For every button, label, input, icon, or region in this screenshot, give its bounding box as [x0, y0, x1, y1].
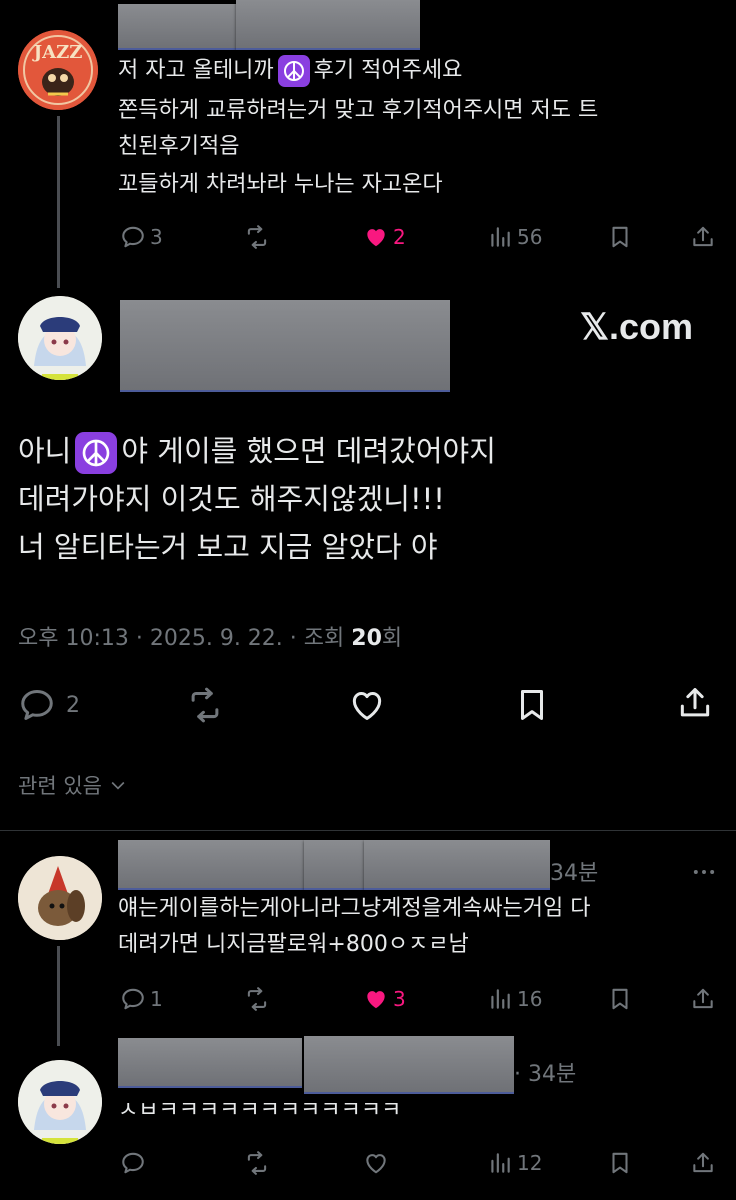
view-count: 16 [517, 987, 543, 1011]
redacted-handle [364, 840, 550, 890]
tweet-text-line: 데려가면 니지금팔로워+800ㅇㅈㄹ남 [118, 932, 469, 957]
like-button[interactable]: 2 [363, 224, 406, 250]
tweet-text-line: 쫀득하게 교류하려는거 맞고 후기적어주시면 저도 트 [118, 98, 599, 123]
share-icon [690, 986, 716, 1012]
reply-icon [120, 224, 146, 250]
share-icon [676, 684, 714, 722]
share-button[interactable] [690, 1150, 716, 1176]
bookmark-button[interactable] [607, 224, 633, 250]
views-icon [487, 1150, 513, 1176]
retweet-button[interactable] [244, 986, 270, 1012]
avatar-art [18, 1060, 102, 1144]
heart-filled-icon [363, 224, 389, 250]
views-button[interactable]: 56 [487, 224, 542, 250]
related-toggle[interactable]: 관련 있음 [18, 770, 128, 800]
tweet-text-line: 너 알티타는거 보고 지금 알았다 야 [18, 530, 438, 564]
views-button[interactable]: 12 [487, 1150, 542, 1176]
heart-icon [348, 686, 386, 724]
share-button[interactable] [690, 224, 716, 250]
views-button[interactable]: 16 [487, 986, 542, 1012]
retweet-icon [244, 986, 270, 1012]
redacted-handle [304, 1036, 514, 1094]
reply-icon [120, 1150, 146, 1176]
bookmark-icon [607, 224, 633, 250]
retweet-button[interactable] [186, 686, 224, 724]
bookmark-button[interactable] [513, 686, 551, 724]
like-count: 2 [393, 225, 406, 249]
thread-line [57, 946, 60, 1046]
avatar-art [18, 856, 102, 940]
heart-icon [363, 1150, 389, 1176]
avatar-anime-girl[interactable] [18, 296, 102, 380]
bookmark-icon [607, 986, 633, 1012]
tweet-text-line: 저 자고 올테니까 후기 적어주세요 [118, 52, 462, 90]
share-button[interactable] [690, 986, 716, 1012]
reply-icon [18, 686, 56, 724]
view-count: 12 [517, 1151, 543, 1175]
avatar-logo-text: JAZZ [32, 42, 83, 63]
more-options-icon[interactable] [690, 858, 718, 886]
avatar-anime-girl[interactable] [18, 1060, 102, 1144]
xcom-watermark: 𝕏.com [580, 306, 694, 347]
reply-count: 3 [150, 225, 163, 249]
avatar-jazz[interactable]: JAZZ [18, 30, 98, 110]
like-button[interactable] [348, 686, 386, 724]
tweet-text-line: 친된후기적음 [118, 134, 240, 159]
redacted-username [118, 4, 236, 50]
thread-line [57, 116, 60, 288]
bookmark-button[interactable] [607, 986, 633, 1012]
like-count: 3 [393, 987, 406, 1011]
retweet-icon [186, 686, 224, 724]
share-icon [690, 1150, 716, 1176]
tweet-meta: 오후 10:13 · 2025. 9. 22. · 조회 20회 [18, 626, 403, 651]
share-button[interactable] [676, 684, 714, 722]
like-button[interactable] [363, 1150, 389, 1176]
reply-count: 1 [150, 987, 163, 1011]
tweet-text-line: 아니 야 게이를 했으면 데려갔어야지 [18, 424, 496, 478]
reply-button[interactable]: 1 [120, 986, 163, 1012]
tweet-text-line: 꼬들하게 차려놔라 누나는 자고온다 [118, 172, 443, 197]
like-button[interactable]: 3 [363, 986, 406, 1012]
bookmark-icon [607, 1150, 633, 1176]
avatar-art [18, 296, 102, 380]
tweet-time: 34분 [550, 861, 599, 886]
reply-icon [120, 986, 146, 1012]
avatar-dog-hat[interactable] [18, 856, 102, 940]
bookmark-icon [513, 686, 551, 724]
tweet-text-line: 얘는게이를하는게아니라그냥계정을계속싸는거임 다 [118, 896, 591, 921]
avatar-art: JAZZ [18, 30, 98, 110]
heart-filled-icon [363, 986, 389, 1012]
tweet-text-line: 데려가야지 이것도 해주지않겠니!!! [18, 482, 445, 516]
bookmark-button[interactable] [607, 1150, 633, 1176]
redacted-username [118, 1038, 302, 1088]
peace-emoji-icon [277, 55, 310, 87]
redacted-username [118, 840, 304, 890]
reply-button[interactable] [120, 1150, 146, 1176]
divider [0, 830, 736, 831]
peace-emoji-icon [75, 432, 118, 474]
view-count: 20 [351, 626, 382, 651]
share-icon [690, 224, 716, 250]
redacted-handle [236, 0, 420, 50]
views-icon [487, 224, 513, 250]
tweet-time: · 34분 [514, 1062, 577, 1087]
redacted-username [120, 300, 450, 392]
retweet-button[interactable] [244, 1150, 270, 1176]
views-icon [487, 986, 513, 1012]
reply-count: 2 [66, 692, 80, 718]
related-label: 관련 있음 [18, 774, 102, 798]
retweet-icon [244, 1150, 270, 1176]
retweet-button[interactable] [244, 224, 270, 250]
chevron-down-icon [111, 781, 125, 790]
retweet-icon [244, 224, 270, 250]
tweet-text-line: ㅅㅂㅋㅋㅋㅋㅋㅋㅋㅋㅋㅋㅋㅋ [118, 1098, 402, 1123]
redacted-handle [304, 840, 364, 890]
reply-button[interactable]: 3 [120, 224, 163, 250]
view-count: 56 [517, 225, 543, 249]
reply-button[interactable]: 2 [18, 686, 80, 724]
